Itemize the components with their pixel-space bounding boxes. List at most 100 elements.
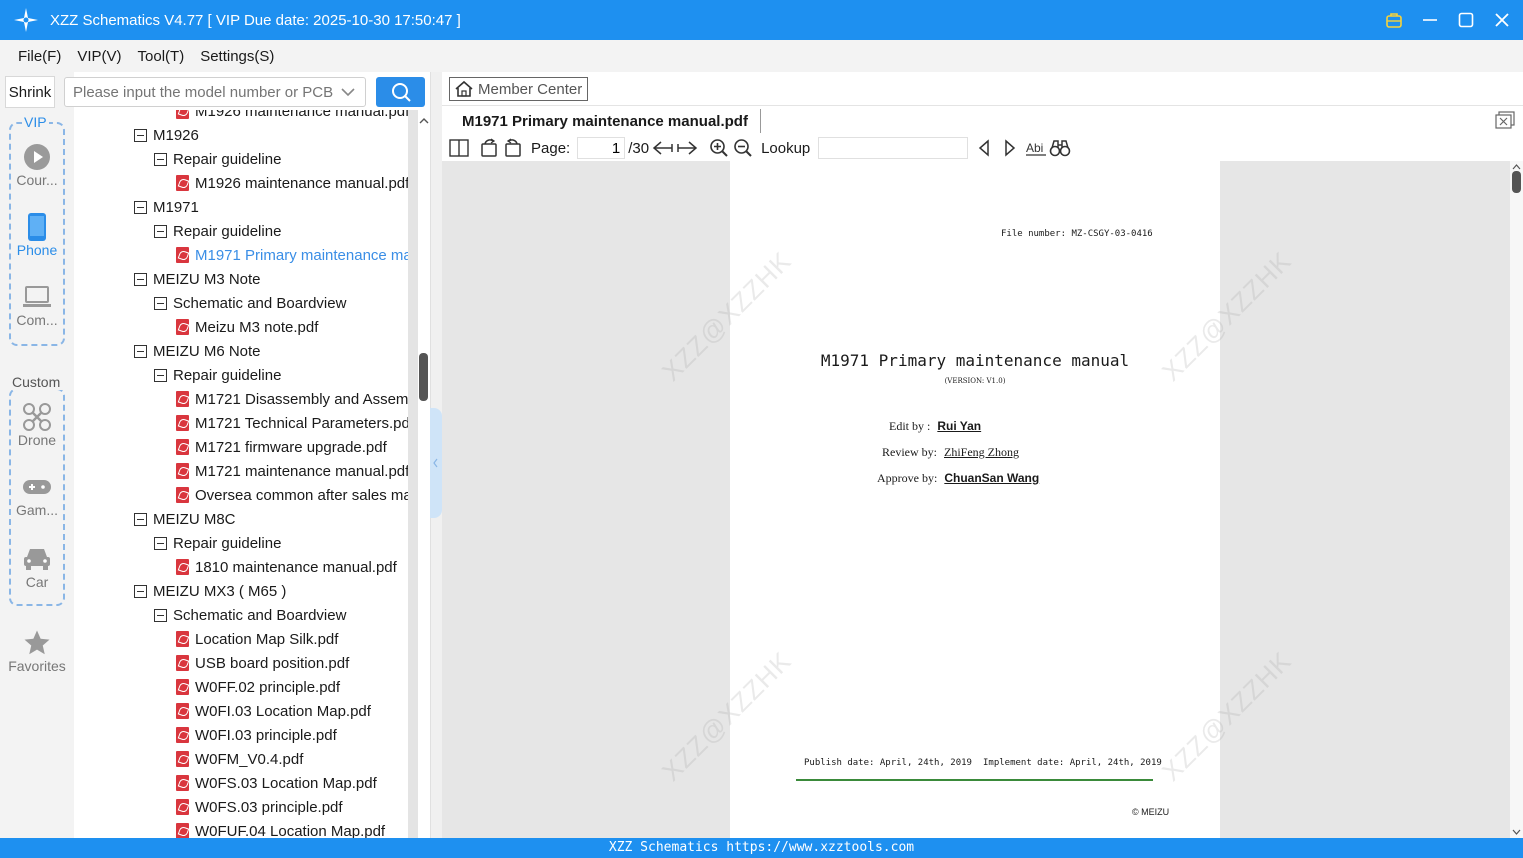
tree-folder-item[interactable]: Repair guideline	[154, 531, 281, 555]
collapse-toggle-icon[interactable]	[134, 584, 147, 598]
implement-date: Implement date: April, 24th, 2019	[983, 758, 1162, 768]
viewer-scrollbar[interactable]	[1510, 161, 1523, 838]
tree-file-item[interactable]: W0FM_V0.4.pdf	[176, 747, 303, 771]
tree-folder-item[interactable]: MEIZU MX3 ( M65 )	[134, 579, 286, 603]
collapse-toggle-icon[interactable]	[154, 536, 167, 550]
tree-folder-item[interactable]: Repair guideline	[154, 363, 281, 387]
tree-item-label: Repair guideline	[173, 366, 282, 384]
search-input[interactable]	[64, 77, 366, 107]
match-case-icon[interactable]: Abi	[1024, 136, 1048, 160]
tree-folder-item[interactable]: MEIZU M3 Note	[134, 267, 261, 291]
member-center-button[interactable]: Member Center	[449, 77, 588, 101]
find-previous-icon[interactable]	[972, 136, 996, 160]
tree-file-item[interactable]: W0FS.03 Location Map.pdf	[176, 771, 377, 795]
lookup-input[interactable]	[818, 137, 969, 159]
scroll-up-arrow-icon[interactable]	[418, 114, 430, 126]
viewer-scroll-thumb[interactable]	[1512, 171, 1521, 193]
menu-settings[interactable]: Settings(S)	[192, 48, 282, 65]
sidebar-toggle-icon[interactable]	[447, 136, 471, 160]
tree-file-item[interactable]: M1721 Disassembly and Assembly.pdf	[176, 387, 408, 411]
tree-file-item[interactable]: M1926 maintenance manual.pdf	[176, 171, 408, 195]
tree-file-item[interactable]: M1721 Technical Parameters.pdf	[176, 411, 408, 435]
tree-file-item[interactable]: Meizu M3 note.pdf	[176, 315, 318, 339]
rail-item-phone[interactable]: Phone	[0, 212, 74, 258]
tree-folder-item[interactable]: Repair guideline	[154, 219, 281, 243]
previous-page-icon[interactable]	[651, 136, 675, 160]
find-next-icon[interactable]	[998, 136, 1022, 160]
tree-folder-item[interactable]: MEIZU M6 Note	[134, 339, 261, 363]
menu-tool[interactable]: Tool(T)	[130, 48, 193, 65]
tree-folder-item[interactable]: M1971	[134, 195, 199, 219]
page-number-input[interactable]	[577, 137, 626, 159]
tree-file-item[interactable]: W0FI.03 principle.pdf	[176, 723, 337, 747]
collapse-toggle-icon[interactable]	[154, 368, 167, 382]
shrink-button[interactable]: Shrink	[5, 76, 55, 108]
rail-item-courses[interactable]: Cour...	[0, 142, 74, 188]
zoom-in-icon[interactable]	[707, 136, 731, 160]
tree-file-item[interactable]: M1721 maintenance manual.pdf	[176, 459, 408, 483]
review-by-line: Review by: ZhiFeng Zhong	[882, 445, 1019, 460]
tree-file-item[interactable]: W0FF.02 principle.pdf	[176, 675, 340, 699]
tree-file-item[interactable]: 1810 maintenance manual.pdf	[176, 555, 397, 579]
collapse-toggle-icon[interactable]	[154, 296, 167, 310]
rail-item-computer[interactable]: Com...	[0, 282, 74, 328]
collapse-toggle-icon[interactable]	[154, 224, 167, 238]
zoom-out-icon[interactable]	[731, 136, 755, 160]
collapse-panel-handle[interactable]	[430, 408, 442, 518]
rotate-left-icon[interactable]	[477, 136, 501, 160]
pdf-viewer[interactable]: File number: MZ-CSGY-03-0416 M1971 Prima…	[442, 161, 1510, 838]
tree-item-label: Location Map Silk.pdf	[195, 630, 339, 648]
tree-file-item[interactable]: Oversea common after sales manual.pdf	[176, 483, 408, 507]
vip-bag-icon[interactable]	[1383, 9, 1405, 31]
tree-item-label: Repair guideline	[173, 222, 282, 240]
scroll-up-arrow-icon[interactable]	[1510, 163, 1523, 171]
tree-file-item[interactable]: M1926 maintenance manual.pdf	[176, 110, 408, 123]
collapse-toggle-icon[interactable]	[134, 272, 147, 286]
brand-footer: © MEIZU	[1132, 807, 1170, 817]
tree-folder-item[interactable]: Schematic and Boardview	[154, 603, 346, 627]
collapse-toggle-icon[interactable]	[134, 200, 147, 214]
tree-file-item[interactable]: Location Map Silk.pdf	[176, 627, 338, 651]
rotate-right-icon[interactable]	[501, 136, 525, 160]
tree-file-item[interactable]: W0FI.03 Location Map.pdf	[176, 699, 371, 723]
search-button[interactable]	[376, 77, 425, 107]
tree-item-label: M1971 Primary maintenance manual.pdf	[195, 246, 408, 264]
tree-folder-item[interactable]: MEIZU M8C	[134, 507, 236, 531]
tree-item-label: W0FM_V0.4.pdf	[195, 750, 304, 768]
binoculars-icon[interactable]	[1048, 136, 1072, 160]
menu-file[interactable]: File(F)	[10, 48, 69, 65]
rail-item-games[interactable]: Gam...	[0, 472, 74, 518]
scroll-down-arrow-icon[interactable]	[1510, 828, 1523, 836]
collapse-toggle-icon[interactable]	[154, 152, 167, 166]
close-button[interactable]	[1491, 9, 1513, 31]
collapse-toggle-icon[interactable]	[134, 128, 147, 142]
tree-folder-item[interactable]: Schematic and Boardview	[154, 291, 346, 315]
tree-file-item[interactable]: M1971 Primary maintenance manual.pdf	[176, 243, 408, 267]
menu-vip[interactable]: VIP(V)	[69, 48, 129, 65]
approve-by-label: Approve by:	[877, 471, 938, 485]
pdf-file-icon	[176, 799, 189, 815]
rail-item-drone[interactable]: Drone	[0, 402, 74, 448]
collapse-toggle-icon[interactable]	[134, 344, 147, 358]
maximize-button[interactable]	[1455, 9, 1477, 31]
chevron-down-icon[interactable]	[340, 84, 356, 100]
collapse-toggle-icon[interactable]	[134, 512, 147, 526]
tree-scrollbar[interactable]	[408, 110, 428, 838]
rail-item-favorites[interactable]: Favorites	[0, 628, 74, 674]
tree-scroll-thumb[interactable]	[419, 353, 428, 401]
pdf-file-icon	[176, 415, 189, 431]
next-page-icon[interactable]	[675, 136, 699, 160]
tree-file-item[interactable]: USB board position.pdf	[176, 651, 349, 675]
tree-folder-item[interactable]: Repair guideline	[154, 147, 281, 171]
minimize-button[interactable]	[1419, 9, 1441, 31]
document-tab[interactable]: M1971 Primary maintenance manual.pdf	[450, 109, 761, 133]
tree-file-item[interactable]: W0FUF.04 Location Map.pdf	[176, 819, 385, 838]
collapse-toggle-icon[interactable]	[154, 608, 167, 622]
tree-file-item[interactable]: W0FS.03 principle.pdf	[176, 795, 343, 819]
category-rail: Shrink VIP Cour... Phone Com... Custom D…	[0, 72, 74, 838]
tree-file-item[interactable]: M1721 firmware upgrade.pdf	[176, 435, 387, 459]
close-tabs-icon[interactable]	[1495, 111, 1515, 129]
rail-item-car[interactable]: Car	[0, 544, 74, 590]
tree-folder-item[interactable]: M1926	[134, 123, 199, 147]
app-logo-icon	[12, 6, 40, 34]
